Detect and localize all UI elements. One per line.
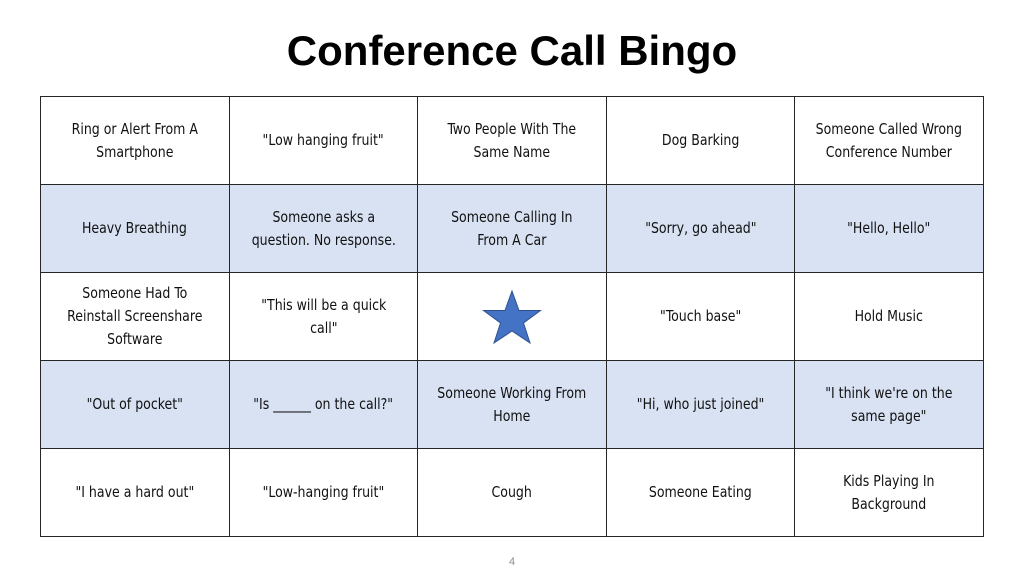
bingo-cell: Someone Calling In From A Car [417, 184, 607, 273]
cell-label: "I think we're on the same page" [825, 383, 953, 425]
cell-label: "I have a hard out" [75, 483, 195, 501]
cell-label: Cough [491, 483, 533, 501]
cell-label: Heavy Breathing [82, 219, 188, 237]
cell-label: "This will be a quick call" [260, 295, 386, 337]
cell-label: Hold Music [855, 307, 924, 325]
bingo-cell: "Low-hanging fruit" [228, 448, 419, 537]
page-number: 4 [508, 556, 516, 568]
cell-label: "Hi, who just joined" [636, 395, 765, 413]
cell-label: "Sorry, go ahead" [644, 219, 757, 237]
bingo-cell: Hold Music [794, 272, 984, 361]
bingo-board: Ring or Alert From A Smartphone "Low han… [40, 96, 984, 537]
bingo-cell: "I think we're on the same page" [794, 360, 984, 449]
bingo-cell: "I have a hard out" [40, 448, 230, 537]
bingo-cell: Ring or Alert From A Smartphone [40, 96, 230, 185]
free-space-cell [417, 272, 607, 361]
cell-label: "Low hanging fruit" [262, 131, 384, 149]
cell-label: Someone Calling In From A Car [451, 207, 573, 249]
bingo-cell: Two People With The Same Name [417, 96, 607, 185]
board-row-1: Ring or Alert From A Smartphone "Low han… [40, 96, 984, 185]
cell-label: Dog Barking [661, 131, 740, 149]
bingo-cell: "Is ______ on the call?" [228, 360, 419, 449]
bingo-cell: "Low hanging fruit" [228, 96, 419, 185]
cell-label: Someone Eating [649, 483, 753, 501]
bingo-cell: Cough [417, 448, 607, 537]
board-row-5: "I have a hard out" "Low-hanging fruit" … [40, 448, 984, 537]
slide-title: Conference Call Bingo [286, 27, 738, 74]
bingo-cell: "This will be a quick call" [228, 272, 419, 361]
cell-label: Someone Called Wrong Conference Number [816, 119, 963, 161]
board-row-3: Someone Had To Reinstall Screenshare Sof… [40, 272, 984, 361]
bingo-cell: "Hello, Hello" [794, 184, 984, 273]
cell-label: Someone Had To Reinstall Screenshare Sof… [67, 284, 203, 348]
cell-label: "Out of pocket" [86, 395, 183, 413]
bingo-cell: Someone Eating [605, 448, 796, 537]
cell-label: Two People With The Same Name [447, 119, 577, 161]
board-row-2: Heavy Breathing Someone asks a question.… [40, 184, 984, 273]
cell-label: "Touch base" [659, 307, 742, 325]
bingo-cell: "Touch base" [605, 272, 796, 361]
bingo-cell: "Hi, who just joined" [605, 360, 796, 449]
cell-label: Someone asks a question. No response. [251, 207, 396, 249]
bingo-cell: Someone Called Wrong Conference Number [794, 96, 984, 185]
cell-label: "Low-hanging fruit" [262, 483, 385, 501]
star-icon [481, 289, 542, 344]
cell-label: Ring or Alert From A Smartphone [71, 119, 198, 161]
cell-label: "Is ______ on the call?" [253, 395, 394, 413]
board-row-4: "Out of pocket" "Is ______ on the call?"… [40, 360, 984, 449]
bingo-cell: Heavy Breathing [40, 184, 230, 273]
bingo-cell: "Sorry, go ahead" [605, 184, 796, 273]
cell-label: "Hello, Hello" [847, 219, 931, 237]
bingo-cell: Someone Working From Home [417, 360, 607, 449]
bingo-cell: Kids Playing In Background [794, 448, 984, 537]
cell-label: Someone Working From Home [437, 383, 587, 425]
bingo-cell: Someone asks a question. No response. [228, 184, 419, 273]
bingo-cell: "Out of pocket" [40, 360, 230, 449]
bingo-cell: Someone Had To Reinstall Screenshare Sof… [40, 272, 230, 361]
bingo-cell: Dog Barking [605, 96, 796, 185]
cell-label: Kids Playing In Background [843, 471, 935, 513]
